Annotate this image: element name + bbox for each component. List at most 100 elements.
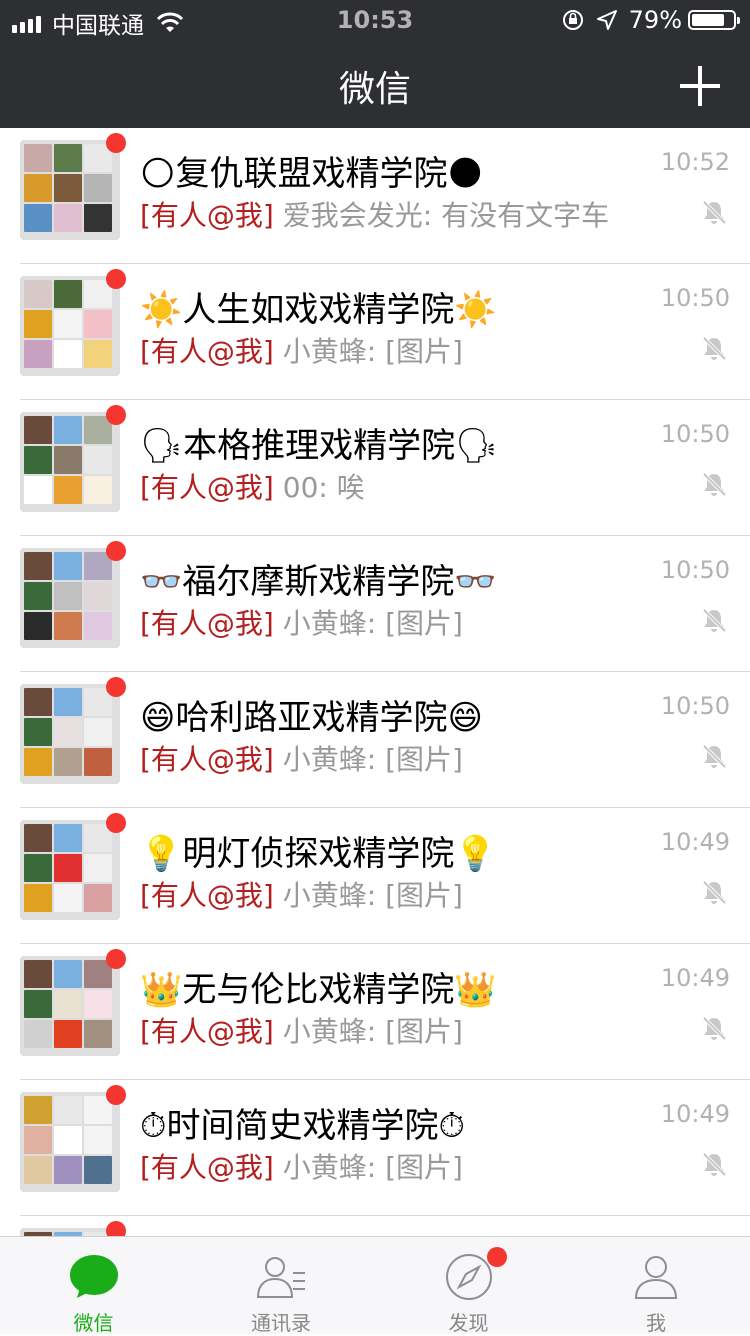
- avatar-tile: [84, 310, 112, 338]
- chat-title: 🌕复仇联盟戏精学院🌑: [140, 154, 483, 194]
- avatar-tile: [84, 446, 112, 474]
- chat-preview: [有人@我] 爱我会发光: 有没有文字车: [140, 194, 609, 234]
- chat-title: 😄哈利路亚戏精学院😄: [140, 698, 483, 738]
- mention-tag: [有人@我]: [140, 335, 274, 368]
- status-bar: 中国联通 10:53 79%: [0, 0, 750, 42]
- muted-bell-icon: [700, 742, 728, 770]
- chat-title: ☀️人生如戏戏精学院☀️: [140, 290, 497, 330]
- unread-dot: [106, 541, 126, 561]
- unread-dot: [106, 133, 126, 153]
- chat-row[interactable]: ☀️人生如戏戏精学院☀️ 10:50 [有人@我] 小黄蜂: [图片]: [0, 264, 750, 400]
- avatar-tile: [24, 688, 52, 716]
- avatar-tile: [54, 446, 82, 474]
- avatar-tile: [54, 280, 82, 308]
- avatar-tile: [24, 552, 52, 580]
- avatar-tile: [24, 340, 52, 368]
- avatar-tile: [84, 854, 112, 882]
- avatar-tile: [24, 1020, 52, 1048]
- chat-row[interactable]: ⏱时间简史戏精学院⏱ 10:49 [有人@我] 小黄蜂: [图片]: [0, 1080, 750, 1216]
- orientation-lock-icon: [562, 10, 583, 30]
- avatar-tile: [54, 612, 82, 640]
- avatar-tile: [54, 476, 82, 504]
- chat-title: 🗣本格推理戏精学院🗣: [140, 426, 499, 466]
- tab-chats[interactable]: 微信: [0, 1237, 187, 1335]
- muted-bell-icon: [700, 1150, 728, 1178]
- chat-row[interactable]: 👓福尔摩斯戏精学院👓 10:50 [有人@我] 小黄蜂: [图片]: [0, 536, 750, 672]
- preview-text: 00: 唉: [273, 471, 365, 504]
- avatar-tile: [54, 718, 82, 746]
- avatar-tile: [54, 582, 82, 610]
- status-right: 79%: [561, 6, 740, 34]
- avatar-tile: [24, 144, 52, 172]
- group-avatar: [20, 1228, 120, 1236]
- plus-icon[interactable]: [680, 66, 720, 106]
- mention-tag: [有人@我]: [140, 879, 274, 912]
- chat-row-partial[interactable]: [0, 1216, 750, 1236]
- person-icon: [630, 1251, 682, 1303]
- avatar-tile: [24, 718, 52, 746]
- muted-bell-icon: [700, 606, 728, 634]
- group-avatar: [20, 1092, 120, 1192]
- chat-list: 🌕复仇联盟戏精学院🌑 10:52 [有人@我] 爱我会发光: 有没有文字车 ☀️人生如…: [0, 128, 750, 1236]
- muted-bell-icon: [700, 470, 728, 498]
- unread-dot: [106, 405, 126, 425]
- avatar-tile: [54, 1126, 82, 1154]
- avatar-tile: [84, 1020, 112, 1048]
- chat-preview: [有人@我] 小黄蜂: [图片]: [140, 602, 463, 642]
- avatar-tile: [84, 340, 112, 368]
- avatar-tile: [54, 960, 82, 988]
- chat-row[interactable]: 🗣本格推理戏精学院🗣 10:50 [有人@我] 00: 唉: [0, 400, 750, 536]
- avatar-tile: [84, 884, 112, 912]
- tab-discover[interactable]: 发现: [375, 1237, 562, 1335]
- avatar-tile: [84, 1126, 112, 1154]
- avatar-tile: [54, 144, 82, 172]
- avatar-tile: [24, 1126, 52, 1154]
- avatar-tile: [84, 748, 112, 776]
- avatar-tile: [54, 552, 82, 580]
- avatar-tile: [54, 1156, 82, 1184]
- avatar-tile: [24, 612, 52, 640]
- chat-time: 10:49: [660, 1100, 730, 1128]
- preview-text: 小黄蜂: [图片]: [273, 1151, 463, 1184]
- avatar-tile: [84, 612, 112, 640]
- chat-preview: [有人@我] 小黄蜂: [图片]: [140, 738, 463, 778]
- chat-row[interactable]: 🌕复仇联盟戏精学院🌑 10:52 [有人@我] 爱我会发光: 有没有文字车: [0, 128, 750, 264]
- tab-contacts[interactable]: 通讯录: [188, 1237, 375, 1335]
- mention-tag: [有人@我]: [140, 1151, 274, 1184]
- preview-text: 小黄蜂: [图片]: [273, 743, 463, 776]
- group-avatar: [20, 820, 120, 920]
- chat-title: 👓福尔摩斯戏精学院👓: [140, 562, 497, 602]
- unread-dot: [106, 1085, 126, 1105]
- chat-time: 10:49: [660, 828, 730, 856]
- avatar-tile: [24, 310, 52, 338]
- chat-row[interactable]: 👑无与伦比戏精学院👑 10:49 [有人@我] 小黄蜂: [图片]: [0, 944, 750, 1080]
- tab-me[interactable]: 我: [563, 1237, 750, 1335]
- avatar-tile: [54, 1020, 82, 1048]
- chat-row[interactable]: 💡明灯侦探戏精学院💡 10:49 [有人@我] 小黄蜂: [图片]: [0, 808, 750, 944]
- unread-dot: [106, 269, 126, 289]
- battery-icon: [688, 10, 740, 30]
- chat-time: 10:49: [660, 964, 730, 992]
- avatar-tile: [84, 1156, 112, 1184]
- avatar-tile: [24, 174, 52, 202]
- unread-dot: [106, 813, 126, 833]
- preview-text: 爱我会发光: 有没有文字车: [273, 199, 610, 232]
- avatar-tile: [54, 1096, 82, 1124]
- avatar-tile: [24, 990, 52, 1018]
- tab-label: 发现: [448, 1311, 489, 1335]
- avatar-tile: [54, 204, 82, 232]
- group-avatar: [20, 412, 120, 512]
- avatar-tile: [84, 476, 112, 504]
- chat-row[interactable]: 😄哈利路亚戏精学院😄 10:50 [有人@我] 小黄蜂: [图片]: [0, 672, 750, 808]
- unread-dot: [106, 949, 126, 969]
- avatar-tile: [54, 748, 82, 776]
- tab-label: 微信: [73, 1311, 114, 1335]
- avatar-tile: [54, 174, 82, 202]
- muted-bell-icon: [700, 334, 728, 362]
- battery-percentage: 79%: [628, 6, 682, 34]
- chat-time: 10:50: [660, 556, 730, 584]
- mention-tag: [有人@我]: [140, 471, 274, 504]
- muted-bell-icon: [700, 198, 728, 226]
- mention-tag: [有人@我]: [140, 743, 274, 776]
- tab-label: 通讯录: [251, 1311, 311, 1335]
